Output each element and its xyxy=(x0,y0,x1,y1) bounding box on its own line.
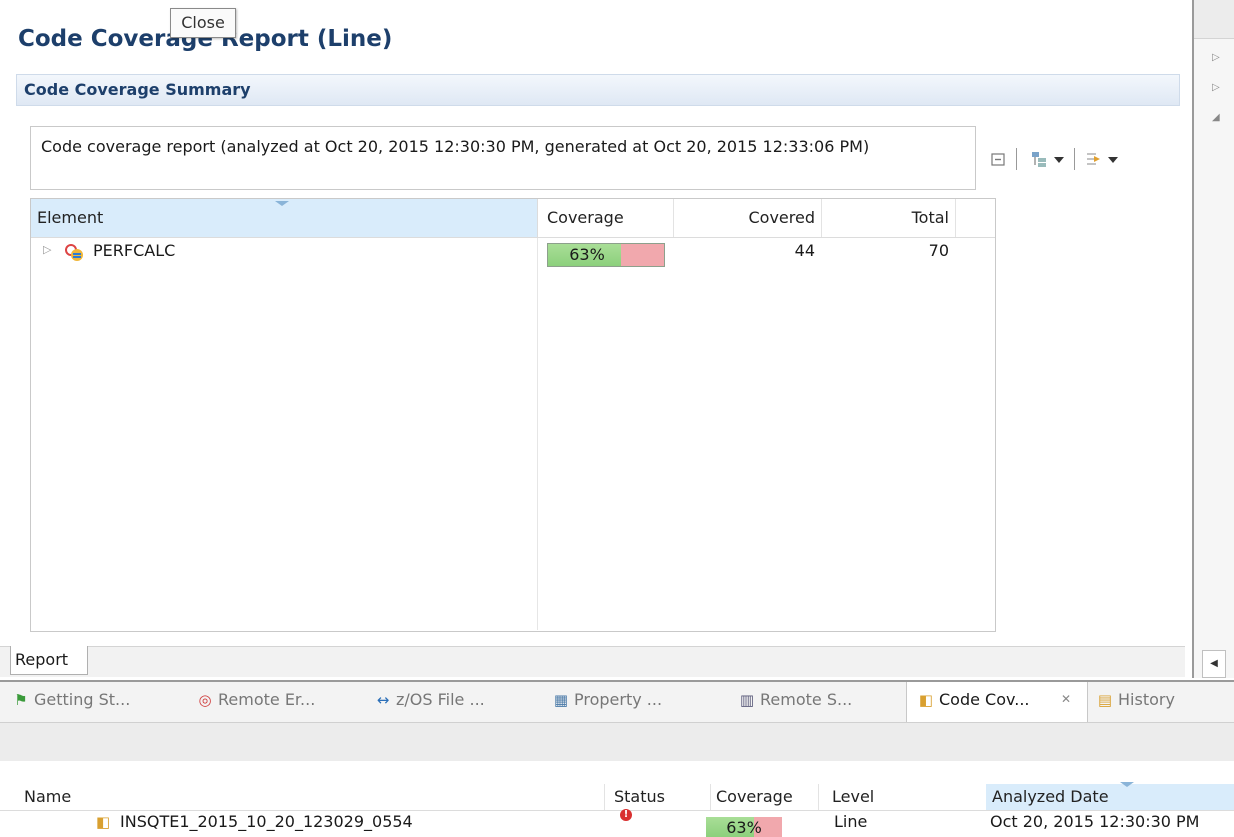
tab-getting-started[interactable]: ⚑ Getting St... xyxy=(12,690,130,716)
scroll-left-button[interactable]: ◀ xyxy=(1202,650,1226,678)
collapse-icon[interactable]: ◢ xyxy=(1212,112,1220,123)
coverage-bar: 63% xyxy=(706,817,782,837)
result-name: INSQTE1_2015_10_20_123029_0554 xyxy=(120,812,413,831)
property-icon: ▦ xyxy=(553,691,569,709)
report-description: Code coverage report (analyzed at Oct 20… xyxy=(41,137,870,156)
tab-label: History xyxy=(1118,690,1175,709)
column-header-total[interactable]: Total xyxy=(821,199,956,237)
tab-remote-systems[interactable]: ▥ Remote S... xyxy=(738,690,852,716)
column-header-coverage[interactable]: Coverage xyxy=(710,784,819,810)
outline-panel: ▷ ▷ ◢ ◀ xyxy=(1192,0,1234,678)
hierarchy-layout-icon xyxy=(1032,152,1046,167)
view-toolbar xyxy=(0,723,1234,761)
tab-remote-error-list[interactable]: ◎ Remote Er... xyxy=(196,690,315,716)
coverage-report-editor: Code Coverage Report (Line) Code Coverag… xyxy=(0,0,1185,678)
close-tooltip: Close xyxy=(170,8,236,38)
column-header-name[interactable]: Name xyxy=(0,784,605,810)
coverage-percent: 63% xyxy=(569,245,605,264)
outline-panel-toolbar xyxy=(1194,0,1234,39)
tab-label: Property ... xyxy=(574,690,663,709)
column-header-status[interactable]: Status xyxy=(604,784,711,810)
program-icon xyxy=(63,243,85,263)
layout-button[interactable] xyxy=(1030,148,1048,170)
tab-property-group[interactable]: ▦ Property ... xyxy=(552,690,662,716)
close-icon[interactable]: ✕ xyxy=(1061,692,1071,706)
remote-systems-icon: ▥ xyxy=(739,691,755,709)
expand-icon[interactable]: ▷ xyxy=(43,243,51,256)
chevron-down-icon xyxy=(1108,157,1118,163)
covered-count: 44 xyxy=(794,241,815,260)
results-table-header: Name Status Coverage Level Analyzed Date xyxy=(0,782,1234,811)
tab-label: Remote S... xyxy=(760,690,853,709)
expand-icon[interactable]: ▷ xyxy=(1212,52,1220,63)
tab-label: Getting St... xyxy=(34,690,131,709)
chevron-down-icon xyxy=(1054,157,1064,163)
element-name: PERFCALC xyxy=(93,241,176,260)
view-tab-bar: ⚑ Getting St... ◎ Remote Er... ↔ z/OS File … xyxy=(0,682,1234,723)
coverage-bar: 63% xyxy=(547,243,665,267)
tab-label: z/OS File ... xyxy=(396,690,485,709)
total-count: 70 xyxy=(928,241,949,260)
coverage-table: Element Coverage Covered Total ▷ PERFCAL… xyxy=(30,198,996,632)
summary-section-title: Code Coverage Summary xyxy=(24,80,251,99)
error-status-icon: ! xyxy=(620,809,632,821)
column-header-level[interactable]: Level xyxy=(818,784,991,810)
result-level: Line xyxy=(834,812,868,831)
column-header-element[interactable]: Element xyxy=(31,199,538,237)
bottom-views-panel: ⚑ Getting St... ◎ Remote Er... ↔ z/OS File … xyxy=(0,680,1234,837)
zos-file-icon: ↔ xyxy=(376,691,390,709)
filter-button[interactable] xyxy=(1084,148,1102,170)
layout-dropdown-button[interactable] xyxy=(1052,148,1066,170)
sort-indicator-icon xyxy=(275,201,289,206)
table-row[interactable]: ▷ PERFCALC 63% 44 70 xyxy=(31,239,995,269)
column-header-coverage[interactable]: Coverage xyxy=(543,199,674,237)
sort-indicator-icon xyxy=(1120,782,1134,787)
tab-zos-file-system[interactable]: ↔ z/OS File ... xyxy=(374,690,485,716)
remote-error-icon: ◎ xyxy=(198,691,212,709)
code-coverage-icon: ◧ xyxy=(918,691,934,709)
history-icon: ▤ xyxy=(1097,691,1113,709)
tab-label: Code Cov... xyxy=(939,690,1030,709)
column-header-analyzed-date[interactable]: Analyzed Date xyxy=(986,784,1234,810)
table-header: Element Coverage Covered Total xyxy=(31,199,995,238)
expand-icon[interactable]: ▷ xyxy=(1212,82,1220,93)
column-header-label: Element xyxy=(37,208,104,227)
collapse-all-icon xyxy=(991,153,1005,166)
filter-icon xyxy=(1087,153,1100,165)
result-analyzed-date: Oct 20, 2015 12:30:30 PM xyxy=(990,812,1200,831)
filter-dropdown-button[interactable] xyxy=(1106,148,1120,170)
toolbar-separator xyxy=(1074,148,1075,170)
collapse-all-button[interactable] xyxy=(990,148,1008,170)
coverage-result-icon: ◧ xyxy=(96,813,111,831)
tab-label: Remote Er... xyxy=(218,690,316,709)
toolbar-separator xyxy=(1016,148,1017,170)
tab-code-coverage[interactable]: ◧ Code Cov... ✕ xyxy=(906,682,1088,722)
coverage-percent: 63% xyxy=(726,818,762,837)
tab-history[interactable]: ▤ History xyxy=(1096,690,1175,716)
column-header-covered[interactable]: Covered xyxy=(675,199,822,237)
results-row[interactable]: ◧ INSQTE1_2015_10_20_123029_0554 ! 63% L… xyxy=(0,809,1234,837)
element-column xyxy=(31,238,538,630)
tab-report[interactable]: Report xyxy=(10,646,88,675)
flag-icon: ⚑ xyxy=(14,691,28,709)
report-description-box: Code coverage report (analyzed at Oct 20… xyxy=(30,126,976,190)
editor-tab-strip xyxy=(0,646,1185,677)
